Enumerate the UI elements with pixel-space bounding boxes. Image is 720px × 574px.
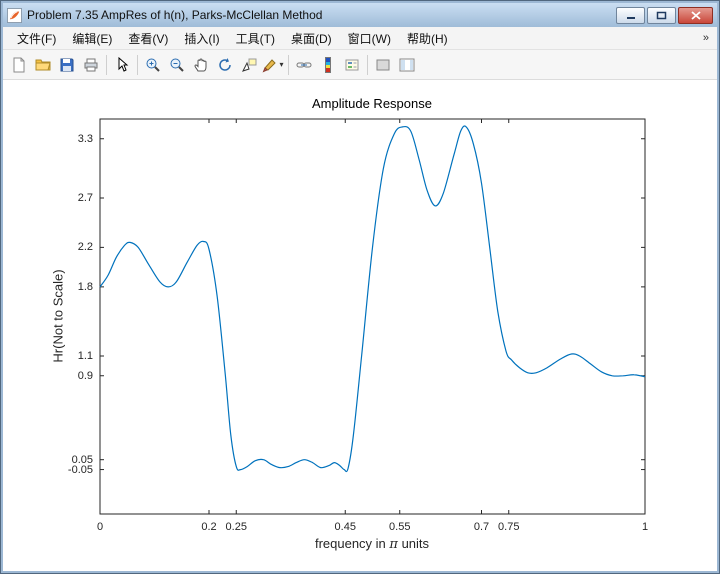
window-title: Problem 7.35 AmpRes of h(n), Parks-McCle… [27, 8, 323, 22]
toolbar-separator [106, 54, 107, 75]
close-icon [690, 8, 701, 23]
menu-file[interactable]: 文件(F) [9, 27, 64, 50]
new-figure-button[interactable] [7, 53, 31, 77]
open-folder-icon [35, 57, 51, 73]
axes-box [99, 118, 646, 515]
show-plot-tools-button[interactable] [395, 53, 419, 77]
close-button[interactable] [678, 6, 713, 24]
figure-canvas[interactable]: Amplitude Response frequency in π units … [3, 80, 717, 571]
toolbar-separator [137, 54, 138, 75]
link-plot-icon [296, 57, 312, 73]
hide-plot-tools-button[interactable] [371, 53, 395, 77]
menubar-overflow-icon[interactable]: » [703, 32, 711, 44]
minimize-button[interactable] [616, 6, 645, 24]
menu-view[interactable]: 查看(V) [120, 27, 176, 50]
link-plot-button[interactable] [292, 53, 316, 77]
save-button[interactable] [55, 53, 79, 77]
rotate-3d-icon [217, 57, 233, 73]
data-cursor-button[interactable] [237, 53, 261, 77]
figure-window: Problem 7.35 AmpRes of h(n), Parks-McCle… [0, 0, 720, 574]
menu-tools[interactable]: 工具(T) [228, 27, 283, 50]
pan-button[interactable] [189, 53, 213, 77]
matlab-figure-icon [7, 7, 22, 23]
titlebar[interactable]: Problem 7.35 AmpRes of h(n), Parks-McCle… [3, 3, 717, 27]
edit-plot-button[interactable] [110, 53, 134, 77]
window-controls [616, 6, 713, 24]
new-document-icon [11, 57, 27, 73]
open-file-button[interactable] [31, 53, 55, 77]
print-icon [83, 57, 99, 73]
data-cursor-icon [241, 57, 257, 73]
zoom-in-button[interactable] [141, 53, 165, 77]
zoom-out-icon [169, 57, 185, 73]
plot-svg [99, 118, 646, 515]
menu-help[interactable]: 帮助(H) [399, 27, 456, 50]
dropdown-arrow-icon: ▾ [279, 60, 284, 69]
menu-window[interactable]: 窗口(W) [340, 27, 399, 50]
menu-insert[interactable]: 插入(I) [176, 27, 227, 50]
minimize-icon [626, 8, 636, 23]
maximize-button[interactable] [647, 6, 676, 24]
menu-edit[interactable]: 编辑(E) [64, 27, 120, 50]
rotate-3d-button[interactable] [213, 53, 237, 77]
menubar: 文件(F) 编辑(E) 查看(V) 插入(I) 工具(T) 桌面(D) 窗口(W… [3, 27, 717, 50]
brush-icon [262, 57, 278, 73]
toolbar-separator [288, 54, 289, 75]
insert-legend-button[interactable] [340, 53, 364, 77]
maximize-icon [656, 8, 667, 23]
zoom-out-button[interactable] [165, 53, 189, 77]
pan-hand-icon [193, 57, 209, 73]
show-plot-tools-icon [399, 57, 415, 73]
save-icon [59, 57, 75, 73]
print-button[interactable] [79, 53, 103, 77]
insert-legend-icon [344, 57, 360, 73]
toolbar-separator [367, 54, 368, 75]
menu-desktop[interactable]: 桌面(D) [283, 27, 340, 50]
insert-colorbar-button[interactable] [316, 53, 340, 77]
brush-data-button[interactable]: ▾ [261, 53, 285, 77]
amplitude-response-curve [99, 125, 646, 473]
figure-toolbar: ▾ [3, 50, 717, 80]
zoom-in-icon [145, 57, 161, 73]
insert-colorbar-icon [320, 56, 336, 73]
pointer-icon [114, 56, 130, 73]
hide-plot-tools-icon [375, 57, 391, 73]
